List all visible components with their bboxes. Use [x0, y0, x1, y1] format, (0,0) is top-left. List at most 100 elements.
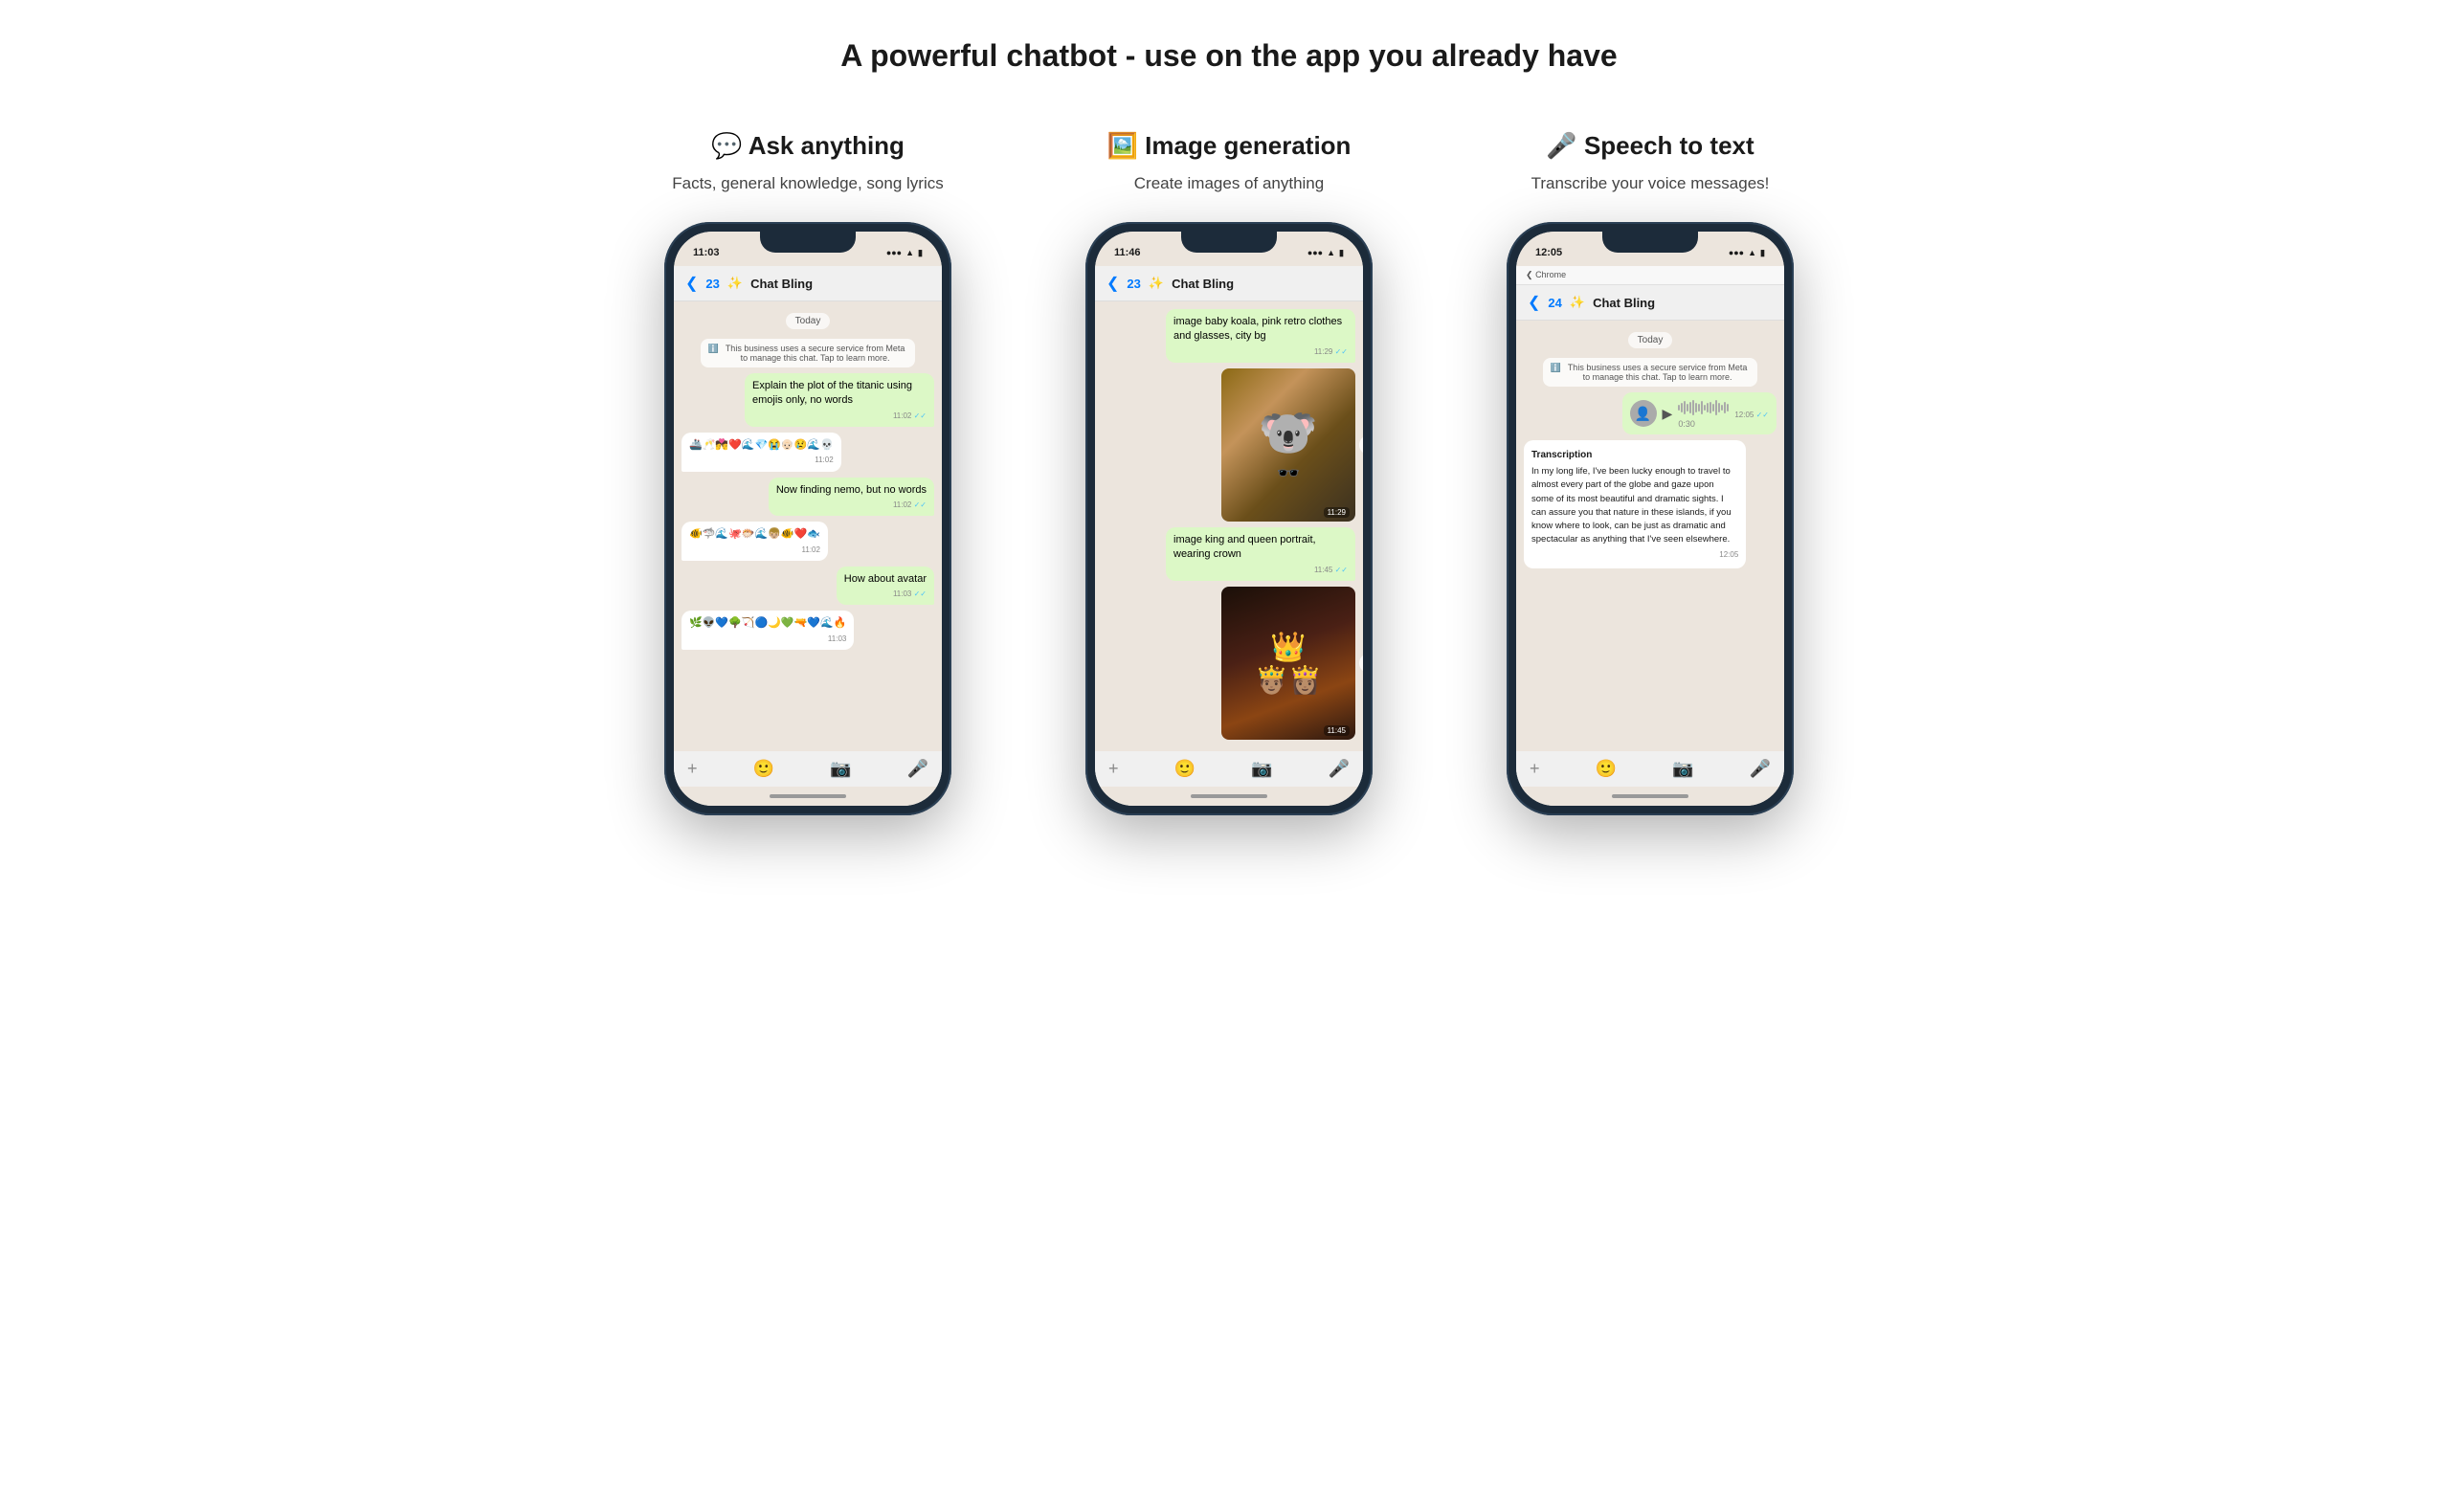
feature-title-img: 🖼️ Image generation	[1107, 131, 1352, 161]
transcription-title: Transcription	[1531, 448, 1738, 462]
camera-icon-speech[interactable]: 📷	[1672, 759, 1693, 779]
chat-num-ask: 23	[705, 277, 719, 291]
plus-icon-img[interactable]: +	[1108, 759, 1119, 779]
img-koala: 🐨 🕶️ 11:29	[1221, 368, 1355, 522]
signal-icon-speech: ●●●	[1729, 248, 1744, 257]
time-img: 11:46	[1114, 247, 1141, 258]
msg-ask-1: Explain the plot of the titanic using em…	[745, 373, 934, 427]
msg-img-2: image king and queen portrait, wearing c…	[1166, 527, 1355, 581]
back-button-speech[interactable]: ❮	[1528, 293, 1540, 312]
emoji-icon-ask[interactable]: 🙂	[753, 759, 774, 779]
back-button-ask[interactable]: ❮	[685, 274, 698, 293]
msg-ask-2: 🚢🥂💏❤️🌊💎😭👴🏻😢🌊💀 11:02	[682, 433, 841, 472]
camera-icon-img[interactable]: 📷	[1251, 759, 1272, 779]
transcription-time: 12:05	[1531, 549, 1738, 561]
features-container: 💬 Ask anything Facts, general knowledge,…	[559, 131, 1899, 815]
bottom-bar-ask: + 🙂 📷 🎤	[674, 751, 942, 787]
chat-area-ask[interactable]: Today ℹ️ This business uses a secure ser…	[674, 301, 942, 751]
back-button-img[interactable]: ❮	[1106, 274, 1119, 293]
plus-icon-speech[interactable]: +	[1530, 759, 1540, 779]
feature-title-speech: 🎤 Speech to text	[1546, 131, 1754, 161]
phone-img: 11:46 ●●● ▲ ▮ ❮ 23 ✨ Chat Bling	[1085, 222, 1373, 815]
battery-icon: ▮	[918, 248, 923, 258]
status-icons-speech: ●●● ▲ ▮	[1729, 248, 1765, 258]
forward-btn-king[interactable]: ↗	[1359, 654, 1363, 673]
voice-avatar: 👤	[1630, 400, 1657, 427]
status-icons-img: ●●● ▲ ▮	[1307, 248, 1344, 258]
home-indicator-speech	[1516, 787, 1784, 806]
img-king-container: 👑 🤴🏽👸🏽 11:45 ↗	[1221, 587, 1355, 740]
emoji-icon-img[interactable]: 🙂	[1174, 759, 1195, 779]
wifi-icon: ▲	[905, 248, 914, 257]
msg-ask-3: Now finding nemo, but no words 11:02 ✓✓	[769, 478, 934, 517]
phone-screen-img: 11:46 ●●● ▲ ▮ ❮ 23 ✨ Chat Bling	[1095, 232, 1363, 806]
waveform	[1678, 398, 1729, 417]
chrome-bar: ❮ Chrome	[1516, 266, 1784, 285]
feature-ask-anything: 💬 Ask anything Facts, general knowledge,…	[626, 131, 990, 815]
img-koala-container: 🐨 🕶️ 11:29 ↗	[1221, 368, 1355, 522]
msg-ask-4: 🐠🦈🌊🐙🐡🌊👦🏼🐠❤️🐟 11:02	[682, 522, 828, 561]
phone-screen-speech: 12:05 ●●● ▲ ▮ ❮ Chrome ❮ 24 ✨	[1516, 232, 1784, 806]
chat-num-speech: 24	[1548, 296, 1561, 310]
time-speech: 12:05	[1535, 247, 1562, 258]
phone-notch-img	[1181, 232, 1277, 253]
status-icons-ask: ●●● ▲ ▮	[886, 248, 923, 258]
phone-speech: 12:05 ●●● ▲ ▮ ❮ Chrome ❮ 24 ✨	[1507, 222, 1794, 815]
signal-icon: ●●●	[886, 248, 902, 257]
chat-name-speech: Chat Bling	[1593, 296, 1655, 310]
feature-speech: 🎤 Speech to text Transcribe your voice m…	[1468, 131, 1832, 815]
date-label-ask: Today	[786, 313, 831, 329]
phone-notch-speech	[1602, 232, 1698, 253]
sparkle-icon-ask: ✨	[727, 276, 743, 291]
wa-header-ask: ❮ 23 ✨ Chat Bling	[674, 266, 942, 301]
msg-ask-5: How about avatar 11:03 ✓✓	[837, 567, 934, 606]
phone-screen-ask: 11:03 ●●● ▲ ▮ ❮ 23 ✨ Chat Bling Today	[674, 232, 942, 806]
camera-icon-ask[interactable]: 📷	[830, 759, 851, 779]
mic-icon-speech[interactable]: 🎤	[1750, 759, 1771, 779]
bottom-bar-img: + 🙂 📷 🎤	[1095, 751, 1363, 787]
img-king: 👑 🤴🏽👸🏽 11:45	[1221, 587, 1355, 740]
mic-icon-img[interactable]: 🎤	[1329, 759, 1350, 779]
chrome-back: ❮	[1526, 270, 1533, 279]
img-koala-time: 11:29	[1324, 507, 1350, 518]
feature-image-gen: 🖼️ Image generation Create images of any…	[1047, 131, 1411, 815]
forward-btn-koala[interactable]: ↗	[1359, 435, 1363, 455]
voice-message: 👤 ▶	[1622, 392, 1776, 434]
system-msg-ask: ℹ️ This business uses a secure service f…	[701, 339, 915, 367]
image-icon: 🖼️	[1107, 131, 1138, 160]
play-button[interactable]: ▶	[1663, 406, 1673, 422]
img-king-time: 11:45	[1324, 725, 1350, 736]
battery-icon-img: ▮	[1339, 248, 1344, 258]
wifi-icon-img: ▲	[1327, 248, 1335, 257]
mic-feature-icon: 🎤	[1546, 131, 1576, 160]
chat-area-img[interactable]: image baby koala, pink retro clothes and…	[1095, 301, 1363, 751]
phone-ask: 11:03 ●●● ▲ ▮ ❮ 23 ✨ Chat Bling Today	[664, 222, 951, 815]
chat-name-ask: Chat Bling	[750, 277, 813, 291]
voice-duration: 0:30	[1678, 419, 1729, 429]
chrome-label: Chrome	[1535, 270, 1566, 279]
wifi-icon-speech: ▲	[1748, 248, 1756, 257]
phone-notch-ask	[760, 232, 856, 253]
signal-icon-img: ●●●	[1307, 248, 1323, 257]
emoji-icon-speech[interactable]: 🙂	[1596, 759, 1617, 779]
wa-header-speech: ❮ 24 ✨ Chat Bling	[1516, 285, 1784, 321]
battery-icon-speech: ▮	[1760, 248, 1765, 258]
plus-icon-ask[interactable]: +	[687, 759, 698, 779]
system-msg-speech: ℹ️ This business uses a secure service f…	[1543, 358, 1757, 387]
msg-img-1: image baby koala, pink retro clothes and…	[1166, 309, 1355, 363]
chat-num-img: 23	[1127, 277, 1140, 291]
voice-time: 12:05 ✓✓	[1734, 411, 1769, 419]
sparkle-icon-img: ✨	[1149, 276, 1164, 291]
transcription-text: In my long life, I've been lucky enough …	[1531, 465, 1738, 547]
date-label-speech: Today	[1628, 332, 1673, 348]
feature-subtitle-ask: Facts, general knowledge, song lyrics	[672, 174, 943, 193]
msg-ask-6: 🌿👽💙🌳🏹🔵🌙💚🔫💙🌊🔥 11:03	[682, 611, 854, 650]
page-title: A powerful chatbot - use on the app you …	[840, 38, 1617, 74]
chat-area-speech[interactable]: Today ℹ️ This business uses a secure ser…	[1516, 321, 1784, 751]
mic-icon-ask[interactable]: 🎤	[907, 759, 928, 779]
sparkle-icon-speech: ✨	[1570, 295, 1585, 310]
chat-name-img: Chat Bling	[1172, 277, 1234, 291]
transcription-bubble: Transcription In my long life, I've been…	[1524, 440, 1746, 568]
bottom-bar-speech: + 🙂 📷 🎤	[1516, 751, 1784, 787]
time-ask: 11:03	[693, 247, 720, 258]
